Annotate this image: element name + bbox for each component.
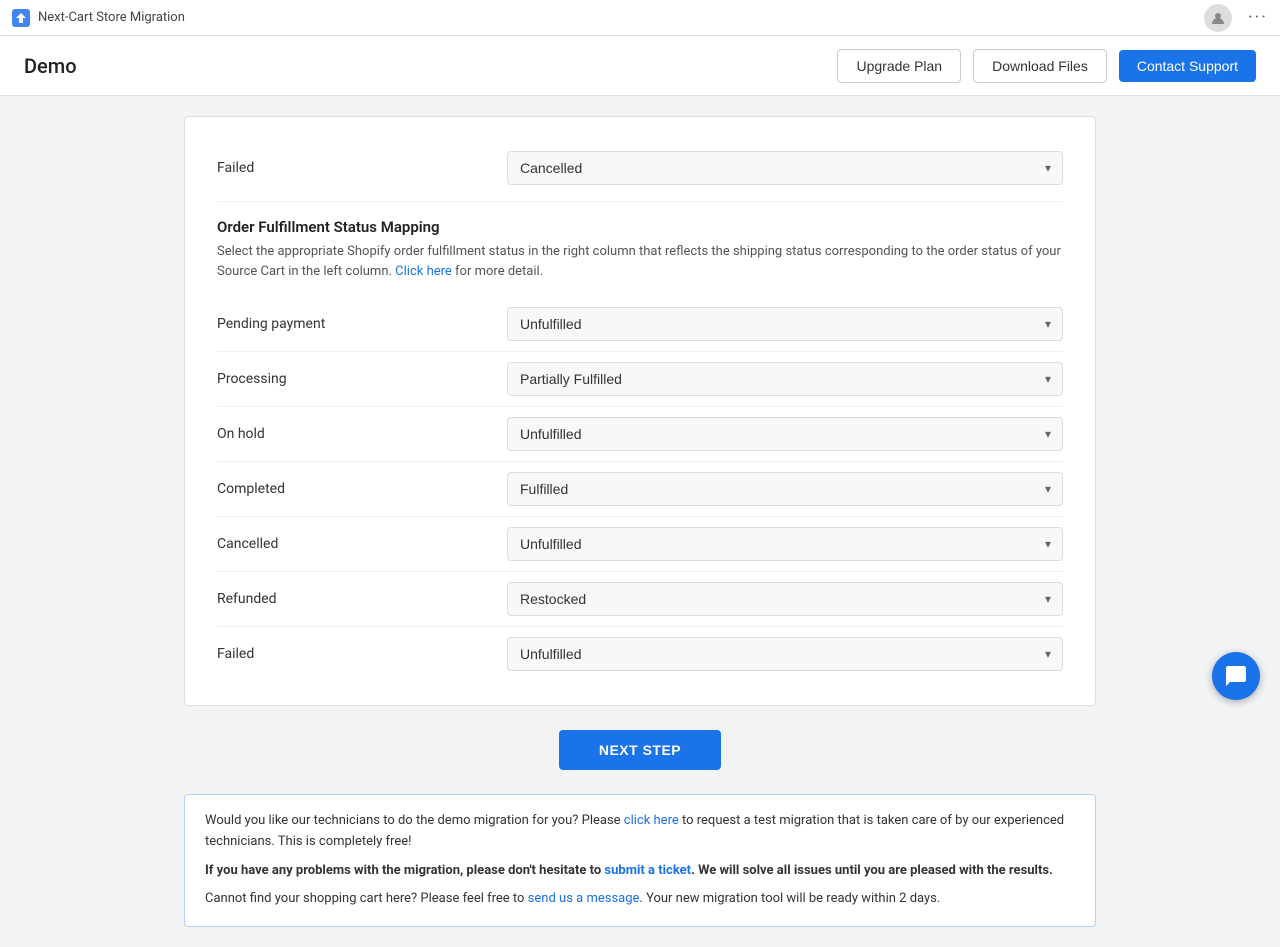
upgrade-plan-button[interactable]: Upgrade Plan [837, 49, 961, 83]
mapping-row: Pending paymentUnfulfilledPartially Fulf… [217, 297, 1063, 352]
mapping-row-label: Processing [217, 371, 507, 387]
next-step-container: NEXT STEP [184, 730, 1096, 770]
mapping-row-select-wrapper: UnfulfilledPartially FulfilledFulfilledR… [507, 582, 1063, 616]
header-actions: Upgrade Plan Download Files Contact Supp… [837, 49, 1256, 83]
mapping-row-select[interactable]: UnfulfilledPartially FulfilledFulfilledR… [507, 527, 1063, 561]
mapping-row-select[interactable]: UnfulfilledPartially FulfilledFulfilledR… [507, 362, 1063, 396]
chat-button[interactable] [1212, 652, 1260, 700]
info-line1-prefix: Would you like our technicians to do the… [205, 813, 624, 828]
mapping-row: RefundedUnfulfilledPartially FulfilledFu… [217, 572, 1063, 627]
mapping-row: ProcessingUnfulfilledPartially Fulfilled… [217, 352, 1063, 407]
mapping-row-select[interactable]: UnfulfilledPartially FulfilledFulfilledR… [507, 417, 1063, 451]
next-step-button[interactable]: NEXT STEP [559, 730, 721, 770]
info-line2-suffix: . We will solve all issues until you are… [691, 863, 1053, 878]
header-title: Demo [24, 54, 837, 78]
fulfillment-desc-suffix: for more detail. [452, 264, 543, 279]
submit-ticket-link[interactable]: submit a ticket [604, 863, 691, 878]
top-failed-select[interactable]: Cancelled Unfulfilled Partially Fulfille… [507, 151, 1063, 185]
mapping-row-label: Cancelled [217, 536, 507, 552]
mapping-row-select-wrapper: UnfulfilledPartially FulfilledFulfilledR… [507, 417, 1063, 451]
download-files-button[interactable]: Download Files [973, 49, 1107, 83]
mapping-row-select[interactable]: UnfulfilledPartially FulfilledFulfilledR… [507, 582, 1063, 616]
send-message-link[interactable]: send us a message [528, 891, 640, 906]
mapping-row-select-wrapper: UnfulfilledPartially FulfilledFulfilledR… [507, 307, 1063, 341]
title-bar-dots[interactable]: ··· [1248, 7, 1268, 28]
user-avatar[interactable] [1204, 4, 1232, 32]
main-content: Failed Cancelled Unfulfilled Partially F… [160, 96, 1120, 947]
mapping-row: FailedUnfulfilledPartially FulfilledFulf… [217, 627, 1063, 681]
top-failed-label: Failed [217, 160, 507, 176]
fulfillment-desc-text: Select the appropriate Shopify order ful… [217, 244, 1061, 279]
mapping-row-label: On hold [217, 426, 507, 442]
mapping-row-select-wrapper: UnfulfilledPartially FulfilledFulfilledR… [507, 637, 1063, 671]
mapping-row-select-wrapper: UnfulfilledPartially FulfilledFulfilledR… [507, 362, 1063, 396]
mapping-row: On holdUnfulfilledPartially FulfilledFul… [217, 407, 1063, 462]
mapping-row-select[interactable]: UnfulfilledPartially FulfilledFulfilledR… [507, 637, 1063, 671]
mapping-row-select[interactable]: UnfulfilledPartially FulfilledFulfilledR… [507, 307, 1063, 341]
mapping-rows-container: Pending paymentUnfulfilledPartially Fulf… [217, 297, 1063, 681]
mapping-row: CancelledUnfulfilledPartially FulfilledF… [217, 517, 1063, 572]
info-line-2: If you have any problems with the migrat… [205, 861, 1075, 882]
contact-support-button[interactable]: Contact Support [1119, 50, 1256, 82]
info-line3-suffix: . Your new migration tool will be ready … [639, 891, 940, 906]
click-here-link[interactable]: Click here [395, 264, 452, 279]
top-failed-row: Failed Cancelled Unfulfilled Partially F… [217, 141, 1063, 202]
mapping-row-select[interactable]: UnfulfilledPartially FulfilledFulfilledR… [507, 472, 1063, 506]
info-line-1: Would you like our technicians to do the… [205, 811, 1075, 853]
info-line3-prefix: Cannot find your shopping cart here? Ple… [205, 891, 528, 906]
mapping-row-select-wrapper: UnfulfilledPartially FulfilledFulfilledR… [507, 472, 1063, 506]
title-bar: Next-Cart Store Migration ··· [0, 0, 1280, 36]
chat-icon [1224, 664, 1248, 688]
app-title: Next-Cart Store Migration [38, 10, 185, 25]
info-line-3: Cannot find your shopping cart here? Ple… [205, 889, 1075, 910]
mapping-row-label: Refunded [217, 591, 507, 607]
mapping-row-label: Pending payment [217, 316, 507, 332]
header: Demo Upgrade Plan Download Files Contact… [0, 36, 1280, 96]
click-here-link-2[interactable]: click here [624, 813, 679, 828]
mapping-row: CompletedUnfulfilledPartially FulfilledF… [217, 462, 1063, 517]
info-box: Would you like our technicians to do the… [184, 794, 1096, 927]
mapping-card: Failed Cancelled Unfulfilled Partially F… [184, 116, 1096, 706]
top-failed-select-wrapper: Cancelled Unfulfilled Partially Fulfille… [507, 151, 1063, 185]
mapping-row-label: Completed [217, 481, 507, 497]
fulfillment-section-title: Order Fulfillment Status Mapping [217, 218, 1063, 236]
mapping-row-select-wrapper: UnfulfilledPartially FulfilledFulfilledR… [507, 527, 1063, 561]
app-icon [12, 9, 30, 27]
fulfillment-section-desc: Select the appropriate Shopify order ful… [217, 242, 1063, 281]
info-line2-prefix: If you have any problems with the migrat… [205, 863, 604, 878]
mapping-row-label: Failed [217, 646, 507, 662]
